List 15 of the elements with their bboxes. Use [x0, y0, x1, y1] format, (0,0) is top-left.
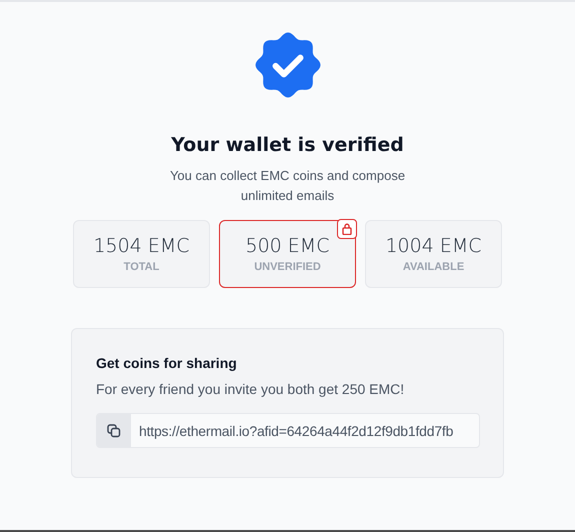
stat-amount: 1004 EMC — [385, 235, 482, 257]
page-title: Your wallet is verified — [171, 134, 404, 156]
link-field[interactable]: https://ethermail.io?afid=64264a44f2d12f9db1fdd7fb — [96, 413, 480, 448]
share-title: Get coins for sharing — [96, 355, 238, 371]
stat-amount: 500 EMC — [246, 235, 330, 257]
stat-label: TOTAL — [124, 261, 160, 273]
subtitle: You can collect EMC coins and compose unlimited emails — [168, 167, 406, 205]
stat-amount: 1504 EMC — [93, 235, 190, 257]
referral-link: https://ethermail.io?afid=64264a44f2d12f9db1fdd7fb — [138, 422, 454, 438]
copy-icon — [107, 424, 121, 438]
share-text: For every friend you invite you both get 250 EMC! — [96, 381, 406, 397]
verified-badge-icon — [254, 32, 320, 98]
stat-label: AVAILABLE — [402, 261, 464, 273]
stat-label: UNVERIFIED — [254, 261, 321, 273]
copy-button[interactable] — [97, 414, 131, 447]
